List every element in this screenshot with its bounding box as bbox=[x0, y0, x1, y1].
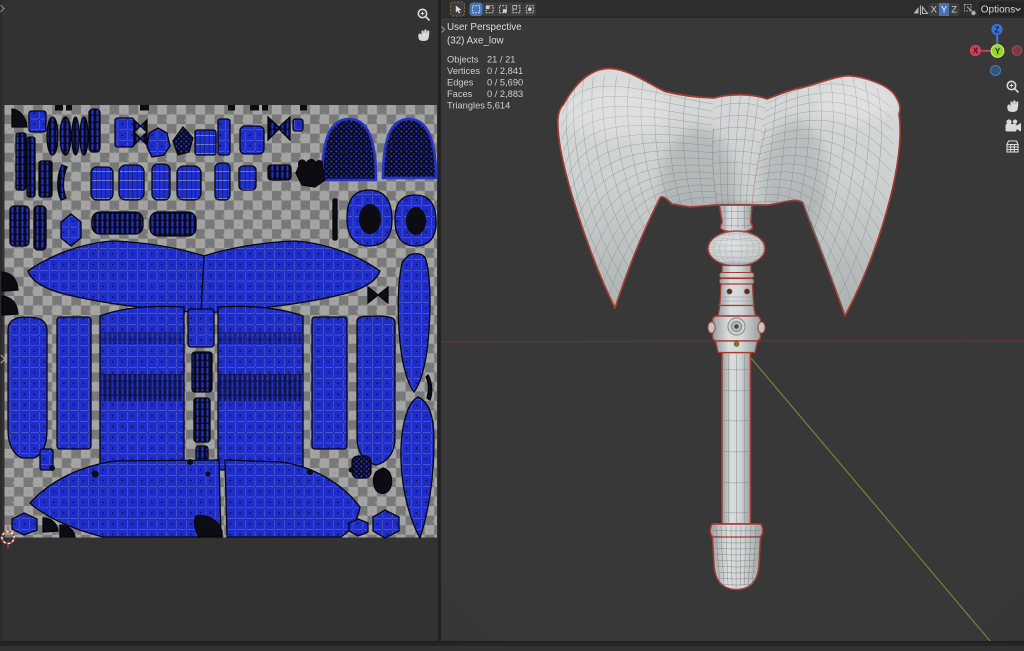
svg-text:Vertices: Vertices bbox=[447, 66, 480, 76]
svg-text:5,614: 5,614 bbox=[487, 101, 510, 111]
svg-text:Options: Options bbox=[981, 5, 1015, 16]
svg-text:Z: Z bbox=[951, 5, 957, 16]
svg-text:Objects: Objects bbox=[447, 55, 479, 65]
svg-text:Y: Y bbox=[995, 47, 1001, 56]
svg-text:Y: Y bbox=[941, 5, 948, 16]
svg-text:(32) Axe_low: (32) Axe_low bbox=[447, 36, 505, 47]
svg-text:0 / 2,883: 0 / 2,883 bbox=[487, 89, 523, 99]
svg-text:0 / 5,690: 0 / 5,690 bbox=[487, 78, 523, 88]
svg-text:Faces: Faces bbox=[447, 89, 473, 99]
svg-text:User Perspective: User Perspective bbox=[447, 22, 522, 33]
svg-text:21 / 21: 21 / 21 bbox=[487, 55, 515, 65]
svg-text:X: X bbox=[931, 5, 938, 16]
svg-text:Edges: Edges bbox=[447, 78, 474, 88]
svg-text:Triangles: Triangles bbox=[447, 101, 485, 111]
svg-text:X: X bbox=[973, 46, 979, 55]
svg-text:Z: Z bbox=[995, 25, 1000, 34]
svg-text:0 / 2,841: 0 / 2,841 bbox=[487, 66, 523, 76]
